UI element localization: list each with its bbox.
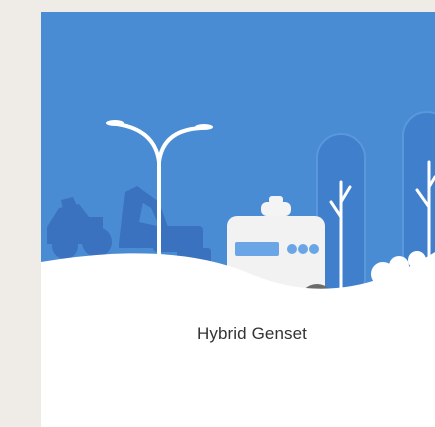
card-title: Hybrid Genset <box>197 324 307 343</box>
lamp-head-left <box>106 120 124 126</box>
hybrid-genset-illustration <box>41 12 435 322</box>
lamp-head-right <box>195 124 213 130</box>
genset-display <box>235 242 279 256</box>
product-card[interactable]: Hybrid Genset <box>41 12 435 427</box>
